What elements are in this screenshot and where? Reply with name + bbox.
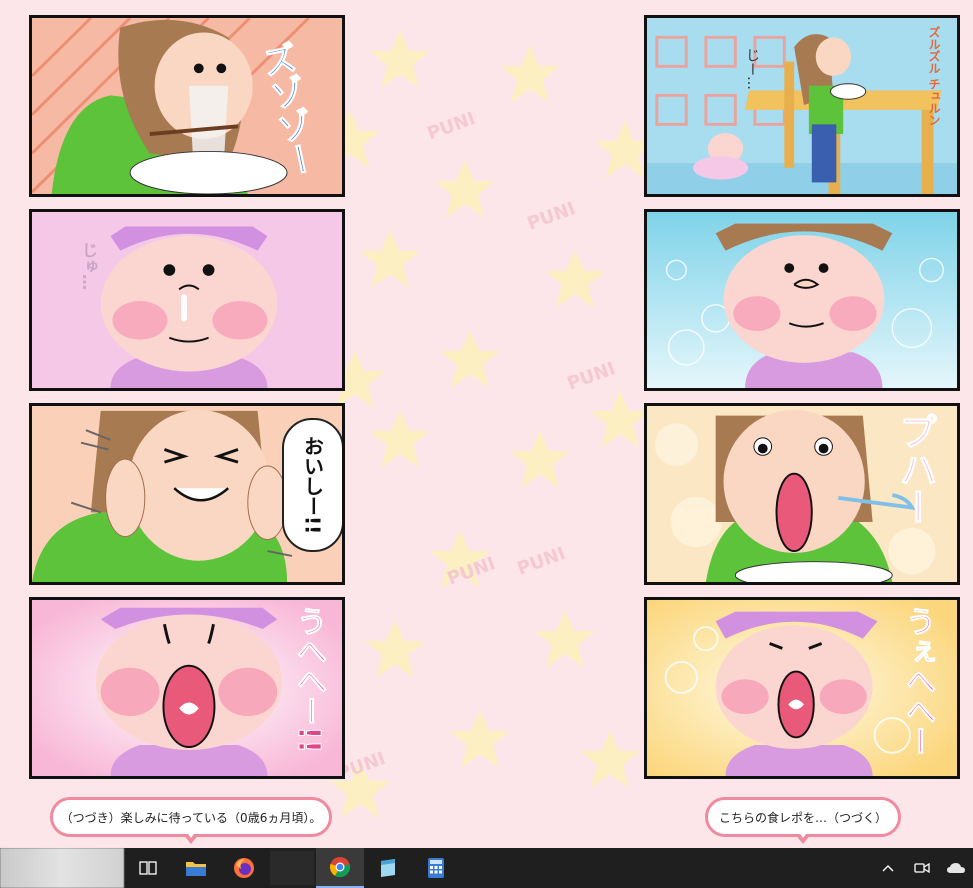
- left-panel-1: ズゾゾー: [29, 15, 345, 197]
- meet-now-icon: [914, 862, 930, 874]
- left-panel-4: うへへー!!: [29, 597, 345, 779]
- watermark-text: PUNI: [425, 108, 479, 145]
- taskbar-search-box[interactable]: [0, 848, 124, 888]
- right-panel-4-sfx: うぇへへー: [900, 606, 936, 757]
- firefox-button[interactable]: [220, 848, 268, 888]
- left-panel-2: じゅ…: [29, 209, 345, 391]
- right-panel-3: プハー: [644, 403, 960, 585]
- right-panel-1: ズルズル チュルン じー…: [644, 15, 960, 197]
- right-caption: こちらの食レポを…（つづく）: [705, 797, 901, 844]
- system-tray: [871, 848, 973, 888]
- chrome-icon: [329, 857, 351, 878]
- folder-icon: [186, 862, 206, 876]
- left-panel-2-sfx: じゅ…: [79, 242, 98, 290]
- right-panel-4: うぇへへー: [644, 597, 960, 779]
- task-view-icon: [139, 861, 157, 875]
- caption-tail: [183, 831, 199, 844]
- onedrive-button[interactable]: [939, 848, 973, 888]
- chrome-button[interactable]: [316, 848, 364, 888]
- right-panel-1-sfx: ズルズル チュルン: [927, 26, 941, 127]
- left-caption: （つづき）楽しみに待っている（0歳6ヵ月頃）。: [50, 797, 332, 844]
- caption-tail: [795, 831, 811, 844]
- left-panel-4-sfx: うへへー!!: [291, 605, 327, 754]
- blank-icon: [270, 851, 314, 885]
- watermark-text: PUNI: [565, 358, 619, 395]
- blank-app-button[interactable]: [268, 848, 316, 888]
- notepad-button[interactable]: [364, 848, 412, 888]
- right-panel-2: [644, 209, 960, 391]
- file-explorer-button[interactable]: [172, 848, 220, 888]
- task-view-button[interactable]: [124, 848, 172, 888]
- onedrive-icon: [947, 863, 965, 873]
- calculator-icon: [428, 858, 444, 878]
- right-panel-1-stare: じー…: [744, 48, 760, 90]
- chevron-up-icon: [882, 865, 894, 872]
- left-caption-text: （つづき）楽しみに待っている（0歳6ヵ月頃）。: [60, 810, 322, 825]
- left-panel-3-speech: おいしー!!: [300, 435, 325, 535]
- show-hidden-icons-button[interactable]: [871, 848, 905, 888]
- left-panel-3: おいしー!!: [29, 403, 345, 585]
- watermark-text: PUNI: [515, 543, 569, 580]
- right-panel-3-sfx: プハー: [893, 412, 938, 527]
- taskbar: [0, 848, 973, 888]
- right-caption-text: こちらの食レポを…（つづく）: [718, 810, 887, 825]
- calculator-button[interactable]: [412, 848, 460, 888]
- meet-now-button[interactable]: [905, 848, 939, 888]
- notepad-icon: [381, 859, 395, 877]
- left-panel-3-speech-bubble: おいしー!!: [282, 418, 342, 552]
- watermark-text: PUNI: [525, 198, 579, 235]
- firefox-icon: [234, 858, 254, 878]
